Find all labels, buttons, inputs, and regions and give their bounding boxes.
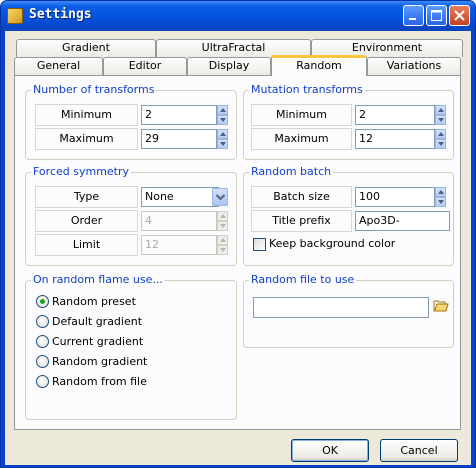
random-tab-panel: Number of transforms Minimum 2 Maximum 2… [14,75,461,430]
radio-button[interactable] [36,375,49,388]
keep-background-checkbox[interactable] [253,238,266,251]
maximum-label: Maximum [251,128,352,150]
random-batch-group: Random batch Batch size 100 Title prefix… [243,165,454,266]
folder-open-icon[interactable] [433,298,449,312]
maximum-label: Maximum [35,128,138,150]
random-file-path-input[interactable] [253,297,429,318]
mutation-transforms-group: Mutation transforms Minimum 2 Maximum 12 [243,83,454,160]
spin-down-icon[interactable] [217,139,228,149]
radio-label: Current gradient [52,335,144,348]
maximize-button[interactable] [426,5,447,26]
group-title: Forced symmetry [31,165,132,178]
minimize-icon [409,18,416,20]
limit-label: Limit [35,234,138,256]
transforms-minimum-input[interactable]: 2 [141,105,217,125]
title-prefix-input[interactable]: Apo3D- [355,211,450,231]
type-label: Type [35,186,138,208]
radio-button[interactable] [36,295,49,308]
maximize-icon [431,10,442,21]
random-file-group: Random file to use [243,273,454,348]
mutation-maximum-input[interactable]: 12 [355,129,435,149]
minimize-button[interactable] [403,5,424,26]
radio-button[interactable] [36,335,49,348]
spin-down-icon[interactable] [217,115,228,125]
dialog-client-area: Gradient UltraFractal Environment Genera… [5,31,471,465]
radio-button[interactable] [36,355,49,368]
spin-down-icon[interactable] [217,245,228,255]
transforms-maximum-input[interactable]: 29 [141,129,217,149]
tab-gradient[interactable]: Gradient [16,39,156,57]
mutation-minimum-spinner[interactable] [435,105,446,125]
mutation-minimum-input[interactable]: 2 [355,105,435,125]
spin-up-icon[interactable] [217,105,228,115]
title-prefix-label: Title prefix [251,210,352,232]
tab-display[interactable]: Display [187,57,271,75]
spin-down-icon[interactable] [435,139,446,149]
on-random-flame-use-group: On random flame use... Random preset Def… [25,273,237,420]
group-title: Mutation transforms [249,83,365,96]
mutation-maximum-spinner[interactable] [435,129,446,149]
title-bar[interactable]: Settings [1,1,475,31]
tab-editor[interactable]: Editor [103,57,187,75]
close-button[interactable] [449,5,470,26]
radio-label: Random preset [52,295,136,308]
batch-size-input[interactable]: 100 [355,187,435,207]
number-of-transforms-group: Number of transforms Minimum 2 Maximum 2… [25,83,237,160]
group-title: On random flame use... [31,273,165,286]
spin-up-icon[interactable] [435,129,446,139]
symmetry-limit-spinner[interactable] [217,235,228,255]
group-title: Random batch [249,165,334,178]
dropdown-button[interactable] [212,188,228,206]
spin-up-icon[interactable] [435,187,446,197]
tab-general[interactable]: General [14,57,103,75]
transforms-minimum-spinner[interactable] [217,105,228,125]
group-title: Number of transforms [31,83,157,96]
order-label: Order [35,210,138,232]
spin-up-icon[interactable] [435,105,446,115]
forced-symmetry-group: Forced symmetry Type None Order 4 Limit … [25,165,237,266]
symmetry-order-spinner[interactable] [217,211,228,231]
minimum-label: Minimum [251,104,352,126]
keep-background-label[interactable]: Keep background color [269,237,395,250]
spin-up-icon[interactable] [217,235,228,245]
spin-down-icon[interactable] [435,115,446,125]
ok-button[interactable]: OK [291,439,369,462]
group-title: Random file to use [249,273,357,286]
symmetry-order-input[interactable]: 4 [141,211,217,231]
spin-down-icon[interactable] [217,221,228,231]
chevron-down-icon [216,194,225,201]
batch-size-spinner[interactable] [435,187,446,207]
close-icon [454,10,465,21]
symmetry-limit-input[interactable]: 12 [141,235,217,255]
cancel-button[interactable]: Cancel [380,439,458,462]
radio-button[interactable] [36,315,49,328]
window-title: Settings [29,7,92,22]
batch-size-label: Batch size [251,186,352,208]
app-icon [7,8,23,24]
spin-up-icon[interactable] [217,129,228,139]
tab-random[interactable]: Random [271,55,367,76]
radio-selected-dot [40,299,45,304]
spin-down-icon[interactable] [435,197,446,207]
spin-up-icon[interactable] [217,211,228,221]
radio-label: Random from file [52,375,147,388]
transforms-maximum-spinner[interactable] [217,129,228,149]
tab-variations[interactable]: Variations [367,57,461,75]
symmetry-type-select[interactable]: None [141,187,219,207]
radio-label: Default gradient [52,315,143,328]
minimum-label: Minimum [35,104,138,126]
settings-window: Settings Gradient UltraFractal Environme… [0,0,476,468]
radio-label: Random gradient [52,355,148,368]
